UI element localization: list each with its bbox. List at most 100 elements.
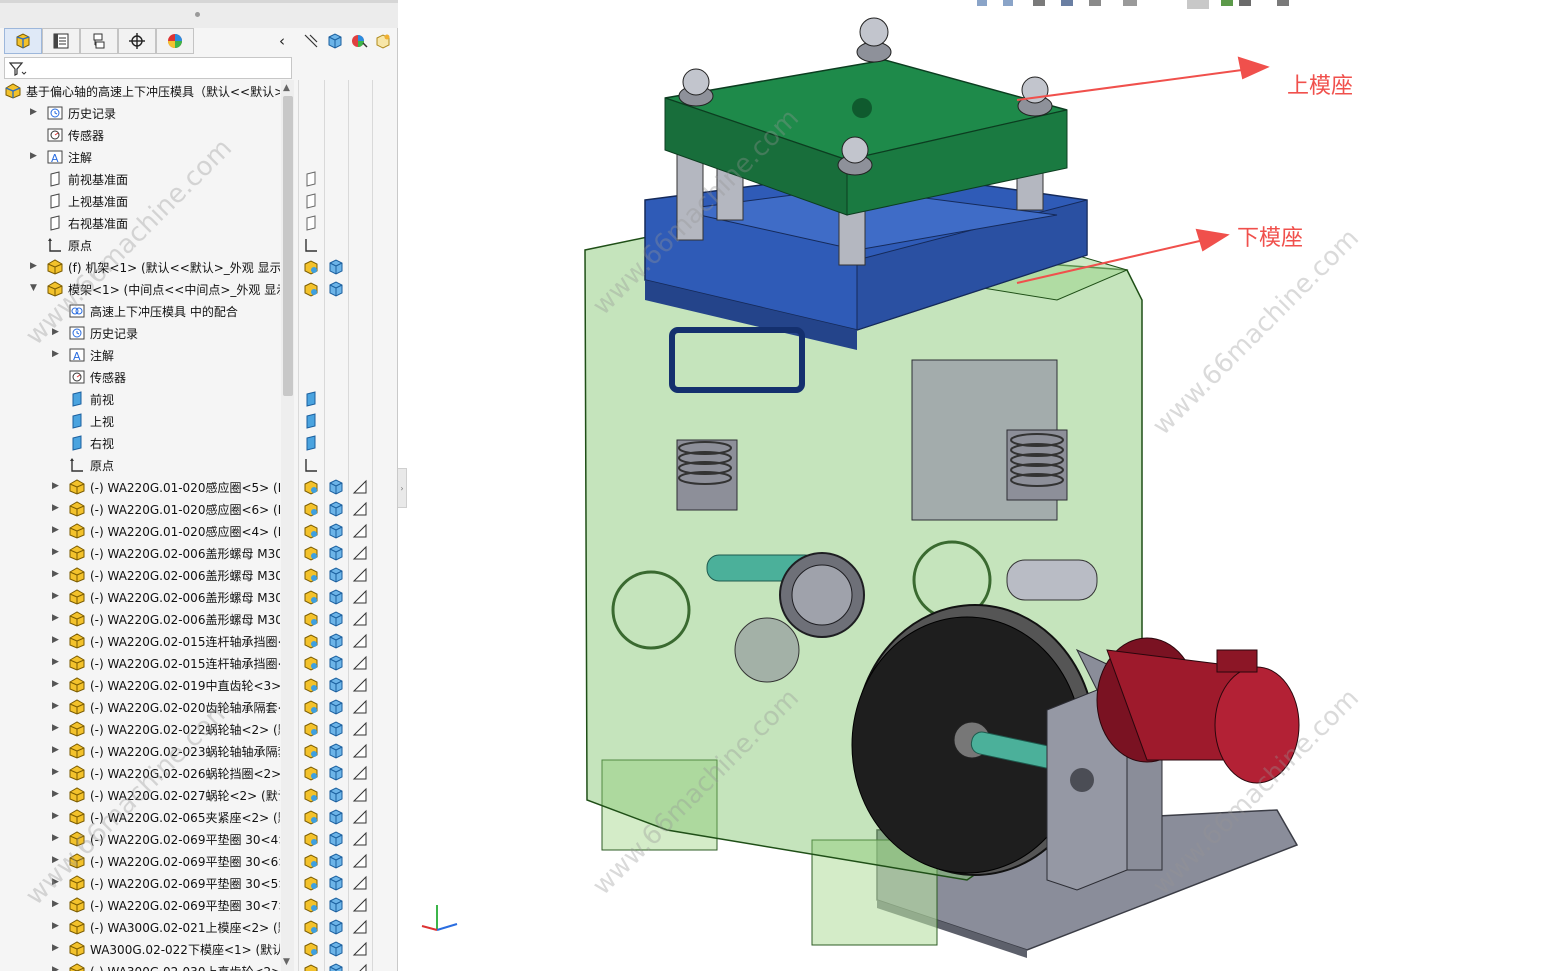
- tree-item[interactable]: ▶ (-) WA220G.02-020齿轮轴承隔套<2>: [0, 696, 398, 718]
- display-mode-icon[interactable]: [327, 676, 345, 694]
- display-mode-icon[interactable]: [327, 654, 345, 672]
- display-mode-icon[interactable]: [327, 500, 345, 518]
- transparency-icon[interactable]: [351, 962, 369, 971]
- tree-item[interactable]: ▶ (-) WA220G.02-027蜗轮<2> (默认<<: [0, 784, 398, 806]
- component-state-icon[interactable]: [302, 588, 320, 606]
- display-mode-icon[interactable]: [327, 258, 345, 276]
- component-state-icon[interactable]: [302, 632, 320, 650]
- tree-item[interactable]: ▶ (-) WA220G.01-020感应圈<6> (Defa: [0, 498, 398, 520]
- tree-item[interactable]: ▶ (-) WA220G.02-006盖形螺母 M30<3: [0, 542, 398, 564]
- expand-icon[interactable]: ▶: [52, 877, 62, 889]
- expand-icon[interactable]: ▶: [52, 569, 62, 581]
- tree-item[interactable]: ▶ 历史记录: [0, 322, 398, 344]
- tree-item[interactable]: ▶ (-) WA220G.02-006盖形螺母 M30<5: [0, 564, 398, 586]
- display-mode-icon[interactable]: [327, 698, 345, 716]
- tree-filter-bar[interactable]: [4, 57, 292, 79]
- tree-item[interactable]: ▶ (-) WA220G.02-069平垫圈 30<5> (默: [0, 872, 398, 894]
- transparency-icon[interactable]: [374, 32, 392, 50]
- expand-icon[interactable]: ▶: [52, 943, 62, 955]
- plane-visibility-icon[interactable]: [302, 192, 320, 210]
- tree-item[interactable]: 右视基准面: [0, 212, 398, 234]
- component-state-icon[interactable]: [302, 258, 320, 276]
- component-state-icon[interactable]: [302, 764, 320, 782]
- tree-item[interactable]: ▶ 历史记录: [0, 102, 398, 124]
- component-state-icon[interactable]: [302, 280, 320, 298]
- component-state-icon[interactable]: [302, 962, 320, 971]
- display-mode-icon[interactable]: [327, 786, 345, 804]
- transparency-icon[interactable]: [351, 588, 369, 606]
- expand-icon[interactable]: ▶: [52, 811, 62, 823]
- graphics-viewport[interactable]: 上模座 下模座 www.66machine.com www.66machine.…: [407, 0, 1545, 971]
- display-mode-icon[interactable]: [327, 764, 345, 782]
- tree-item[interactable]: 前视基准面: [0, 168, 398, 190]
- transparency-icon[interactable]: [351, 698, 369, 716]
- component-state-icon[interactable]: [302, 940, 320, 958]
- display-mode-icon[interactable]: [327, 940, 345, 958]
- component-state-icon[interactable]: [302, 676, 320, 694]
- tab-dimxpert[interactable]: [118, 28, 156, 54]
- tree-item[interactable]: ▶ (-) WA220G.02-026蜗轮挡圈<2> (默: [0, 762, 398, 784]
- tree-item[interactable]: 前视: [0, 388, 398, 410]
- display-mode-icon[interactable]: [326, 32, 344, 50]
- expand-icon[interactable]: ▶: [52, 789, 62, 801]
- component-state-icon[interactable]: [302, 742, 320, 760]
- transparency-icon[interactable]: [351, 764, 369, 782]
- scroll-thumb[interactable]: [283, 96, 293, 396]
- transparency-icon[interactable]: [351, 654, 369, 672]
- transparency-icon[interactable]: [351, 918, 369, 936]
- display-mode-icon[interactable]: [327, 918, 345, 936]
- plane-visibility-icon[interactable]: [302, 434, 320, 452]
- transparency-icon[interactable]: [351, 786, 369, 804]
- tab-featuremanager[interactable]: [4, 28, 42, 54]
- transparency-icon[interactable]: [351, 830, 369, 848]
- tab-configurationmanager[interactable]: [80, 28, 118, 54]
- expand-icon[interactable]: ▶: [52, 833, 62, 845]
- expand-icon[interactable]: ▶: [52, 899, 62, 911]
- expand-icon[interactable]: ▶: [30, 107, 40, 119]
- transparency-icon[interactable]: [351, 610, 369, 628]
- display-mode-icon[interactable]: [327, 720, 345, 738]
- panel-splitter-handle[interactable]: ›: [398, 468, 407, 508]
- expand-icon[interactable]: ▶: [52, 547, 62, 559]
- hide-pane-icon[interactable]: [302, 32, 320, 50]
- display-mode-icon[interactable]: [327, 544, 345, 562]
- expand-icon[interactable]: ▶: [52, 855, 62, 867]
- component-state-icon[interactable]: [302, 544, 320, 562]
- display-mode-icon[interactable]: [327, 852, 345, 870]
- display-mode-icon[interactable]: [327, 962, 345, 971]
- tree-item[interactable]: ▶ (-) WA220G.02-023蜗轮轴轴承隔套<2: [0, 740, 398, 762]
- expand-icon[interactable]: ▶: [52, 635, 62, 647]
- expand-icon[interactable]: ▶: [52, 723, 62, 735]
- plane-visibility-icon[interactable]: [302, 170, 320, 188]
- transparency-icon[interactable]: [351, 500, 369, 518]
- display-mode-icon[interactable]: [327, 808, 345, 826]
- expand-icon[interactable]: ▶: [52, 767, 62, 779]
- tree-item[interactable]: ▶ (f) 机架<1> (默认<<默认>_外观 显示状态: [0, 256, 398, 278]
- component-state-icon[interactable]: [302, 808, 320, 826]
- display-mode-icon[interactable]: [327, 566, 345, 584]
- component-state-icon[interactable]: [302, 830, 320, 848]
- component-state-icon[interactable]: [302, 852, 320, 870]
- expand-icon[interactable]: ▶: [52, 613, 62, 625]
- scroll-down-arrow[interactable]: ▼: [283, 957, 290, 967]
- expand-icon[interactable]: ▶: [30, 151, 40, 163]
- component-state-icon[interactable]: [302, 522, 320, 540]
- tree-item[interactable]: ▶ (-) WA220G.02-006盖形螺母 M30<4: [0, 608, 398, 630]
- tree-item[interactable]: 上视基准面: [0, 190, 398, 212]
- expand-icon[interactable]: ▶: [52, 745, 62, 757]
- expand-icon[interactable]: ▶: [52, 349, 62, 361]
- display-mode-icon[interactable]: [327, 478, 345, 496]
- component-state-icon[interactable]: [302, 478, 320, 496]
- tree-item[interactable]: ▶ (-) WA220G.02-065夹紧座<2> (默认: [0, 806, 398, 828]
- scroll-up-arrow[interactable]: ▲: [283, 83, 290, 93]
- tree-item[interactable]: ▶ (-) WA220G.02-006盖形螺母 M30<6: [0, 586, 398, 608]
- transparency-icon[interactable]: [351, 808, 369, 826]
- expand-icon[interactable]: ▶: [52, 327, 62, 339]
- collapse-panel-arrow[interactable]: ‹: [279, 32, 285, 50]
- tree-item[interactable]: ▶ (-) WA220G.02-069平垫圈 30<7> (默: [0, 894, 398, 916]
- display-mode-icon[interactable]: [327, 280, 345, 298]
- component-state-icon[interactable]: [302, 896, 320, 914]
- expand-icon[interactable]: ▶: [52, 525, 62, 537]
- panel-grip[interactable]: [0, 0, 398, 28]
- tree-item[interactable]: ▶ (-) WA220G.01-020感应圈<5> (Defa: [0, 476, 398, 498]
